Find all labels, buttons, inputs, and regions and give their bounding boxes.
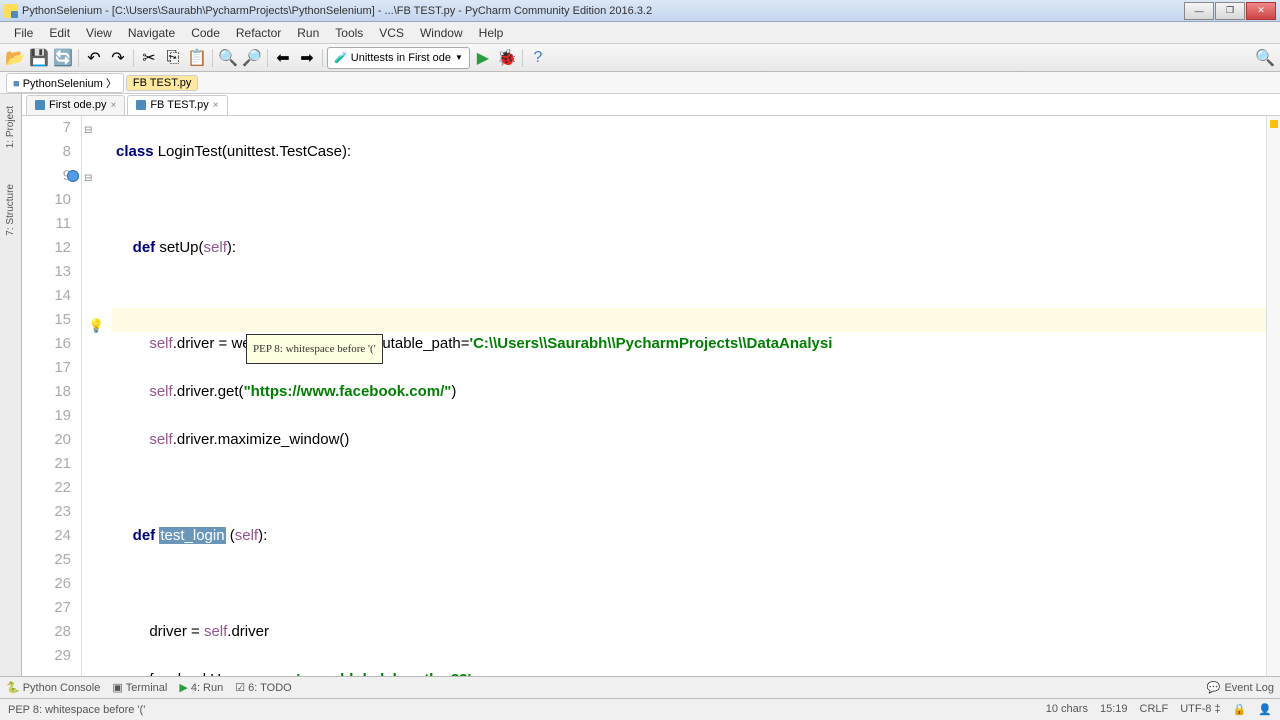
breadcrumb-project[interactable]: ■ PythonSelenium 〉 xyxy=(6,73,124,93)
tab-first-ode[interactable]: First ode.py × xyxy=(26,95,125,115)
status-bar: PEP 8: whitespace before '(' 10 chars 15… xyxy=(0,698,1280,720)
close-tab-icon[interactable]: × xyxy=(213,100,219,111)
warning-marker[interactable] xyxy=(1270,120,1278,128)
status-caret-pos[interactable]: 15:19 xyxy=(1100,703,1128,716)
python-file-icon xyxy=(136,100,146,110)
error-stripe[interactable] xyxy=(1266,116,1280,676)
open-icon[interactable]: 📂 xyxy=(4,47,26,69)
status-chars: 10 chars xyxy=(1046,703,1088,716)
menu-run[interactable]: Run xyxy=(289,24,327,42)
undo-icon[interactable]: ↶ xyxy=(83,47,105,69)
lock-icon[interactable]: 🔒 xyxy=(1233,703,1247,716)
structure-tab[interactable]: 7: Structure xyxy=(3,176,18,244)
run-config-selector[interactable]: 🧪 Unittests in First ode ▼ xyxy=(327,47,470,69)
menu-bar: File Edit View Navigate Code Refactor Ru… xyxy=(0,22,1280,44)
left-tool-tabs: 1: Project 7: Structure xyxy=(0,94,22,676)
fold-icon[interactable]: ⊟ xyxy=(84,119,92,143)
window-title: PythonSelenium - [C:\Users\Saurabh\Pycha… xyxy=(22,5,652,17)
title-bar: PythonSelenium - [C:\Users\Saurabh\Pycha… xyxy=(0,0,1280,22)
code-text[interactable]: class LoginTest(unittest.TestCase): def … xyxy=(112,116,1266,676)
status-eol[interactable]: CRLF xyxy=(1140,703,1169,716)
menu-refactor[interactable]: Refactor xyxy=(228,24,289,42)
close-button[interactable]: ✕ xyxy=(1246,2,1276,20)
intention-bulb-icon[interactable]: 💡 xyxy=(88,314,104,338)
replace-icon[interactable]: 🔎 xyxy=(241,47,263,69)
status-message: PEP 8: whitespace before '(' xyxy=(8,704,145,716)
menu-navigate[interactable]: Navigate xyxy=(120,24,183,42)
paste-icon[interactable]: 📋 xyxy=(186,47,208,69)
status-encoding[interactable]: UTF-8 ‡ xyxy=(1180,703,1220,716)
selected-text: test_login xyxy=(159,527,225,544)
menu-view[interactable]: View xyxy=(78,24,120,42)
back-icon[interactable]: ⬅ xyxy=(272,47,294,69)
editor-zone: First ode.py × FB TEST.py × 7 8 9 10 11 … xyxy=(22,94,1280,676)
minimize-button[interactable]: — xyxy=(1184,2,1214,20)
todo-tab[interactable]: ☑ 6: TODO xyxy=(235,681,291,694)
python-file-icon xyxy=(35,100,45,110)
redo-icon[interactable]: ↷ xyxy=(107,47,129,69)
menu-tools[interactable]: Tools xyxy=(327,24,371,42)
copy-icon[interactable]: ⎘ xyxy=(162,47,184,69)
run-config-label: Unittests in First ode xyxy=(351,52,451,64)
bottom-tool-tabs: 🐍 Python Console ▣ Terminal ▶ 4: Run ☑ 6… xyxy=(0,676,1280,698)
help-icon[interactable]: ? xyxy=(527,47,549,69)
breakpoint-icon[interactable] xyxy=(67,170,79,182)
gutter-icons: 💡 ⊟ ⊟ xyxy=(82,116,112,676)
inspection-tooltip: PEP 8: whitespace before '(' xyxy=(246,334,383,364)
forward-icon[interactable]: ➡ xyxy=(296,47,318,69)
menu-window[interactable]: Window xyxy=(412,24,471,42)
menu-edit[interactable]: Edit xyxy=(41,24,78,42)
project-tab[interactable]: 1: Project xyxy=(3,98,18,156)
sync-icon[interactable]: 🔄 xyxy=(52,47,74,69)
menu-help[interactable]: Help xyxy=(471,24,512,42)
menu-vcs[interactable]: VCS xyxy=(371,24,412,42)
line-number-gutter: 7 8 9 10 11 12 13 14 15 16 17 18 19 20 2… xyxy=(22,116,82,676)
event-log-tab[interactable]: 💬 Event Log xyxy=(1207,681,1274,694)
terminal-tab[interactable]: ▣ Terminal xyxy=(112,681,167,694)
cut-icon[interactable]: ✂ xyxy=(138,47,160,69)
breadcrumb-file[interactable]: FB TEST.py xyxy=(126,75,198,91)
file-tabs: First ode.py × FB TEST.py × xyxy=(22,94,1280,116)
save-icon[interactable]: 💾 xyxy=(28,47,50,69)
fold-icon[interactable]: ⊟ xyxy=(84,167,92,191)
code-editor[interactable]: 7 8 9 10 11 12 13 14 15 16 17 18 19 20 2… xyxy=(22,116,1280,676)
tab-fb-test[interactable]: FB TEST.py × xyxy=(127,95,227,115)
find-icon[interactable]: 🔍 xyxy=(217,47,239,69)
menu-code[interactable]: Code xyxy=(183,24,228,42)
menu-file[interactable]: File xyxy=(6,24,41,42)
window-controls: — ❐ ✕ xyxy=(1183,2,1276,20)
debug-icon[interactable]: 🐞 xyxy=(496,47,518,69)
run-icon[interactable]: ▶ xyxy=(472,47,494,69)
close-tab-icon[interactable]: × xyxy=(110,100,116,111)
content-area: 1: Project 7: Structure First ode.py × F… xyxy=(0,94,1280,676)
run-tab[interactable]: ▶ 4: Run xyxy=(179,681,223,694)
hector-icon[interactable]: 👤 xyxy=(1258,703,1272,716)
maximize-button[interactable]: ❐ xyxy=(1215,2,1245,20)
python-console-tab[interactable]: 🐍 Python Console xyxy=(6,681,100,694)
nav-bar: ■ PythonSelenium 〉 FB TEST.py xyxy=(0,72,1280,94)
tool-bar: 📂 💾 🔄 ↶ ↷ ✂ ⎘ 📋 🔍 🔎 ⬅ ➡ 🧪 Unittests in F… xyxy=(0,44,1280,72)
search-everywhere-icon[interactable]: 🔍 xyxy=(1254,47,1276,69)
pycharm-icon xyxy=(4,4,18,18)
